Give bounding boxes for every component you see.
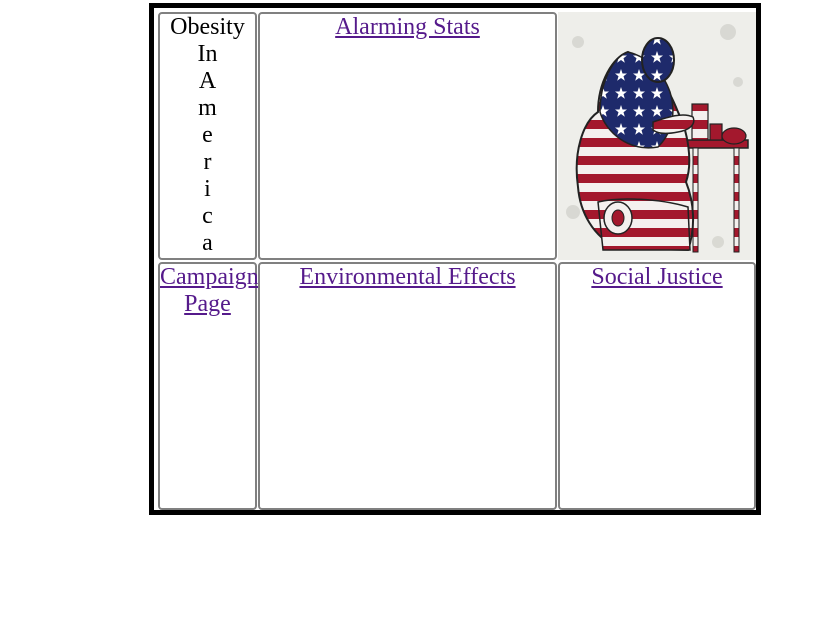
social-justice-cell: Social Justice (558, 262, 756, 510)
site-title-cell: Obesity In A m e r i c a (158, 12, 257, 260)
site-title-line: m (198, 95, 217, 121)
campaign-page-cell: Campaign Page (158, 262, 259, 510)
site-title-line: Obesity (170, 14, 245, 40)
social-justice-link[interactable]: Social Justice (591, 264, 722, 290)
flag-man-image-cell (558, 12, 756, 260)
environmental-effects-cell: Environmental Effects (258, 262, 557, 510)
obese-man-flag-icon (558, 12, 756, 260)
alarming-stats-link[interactable]: Alarming Stats (335, 14, 480, 40)
site-title-line: r (203, 149, 212, 175)
site-title-line: a (202, 230, 213, 256)
site-title-line: A (198, 68, 217, 94)
environmental-effects-link[interactable]: Environmental Effects (299, 264, 515, 290)
layout-table: Obesity In A m e r i c a Alarming Stats (149, 3, 761, 515)
site-title-line: i (204, 176, 211, 202)
campaign-page-link[interactable]: Campaign Page (160, 264, 259, 318)
alarming-stats-cell: Alarming Stats (258, 12, 557, 260)
site-title-line: In (197, 41, 218, 67)
campaign-page-link-line1: Campaign (160, 264, 259, 290)
site-title-line: e (202, 122, 213, 148)
site-title-line: c (202, 203, 213, 229)
campaign-page-link-line2: Page (184, 291, 231, 317)
